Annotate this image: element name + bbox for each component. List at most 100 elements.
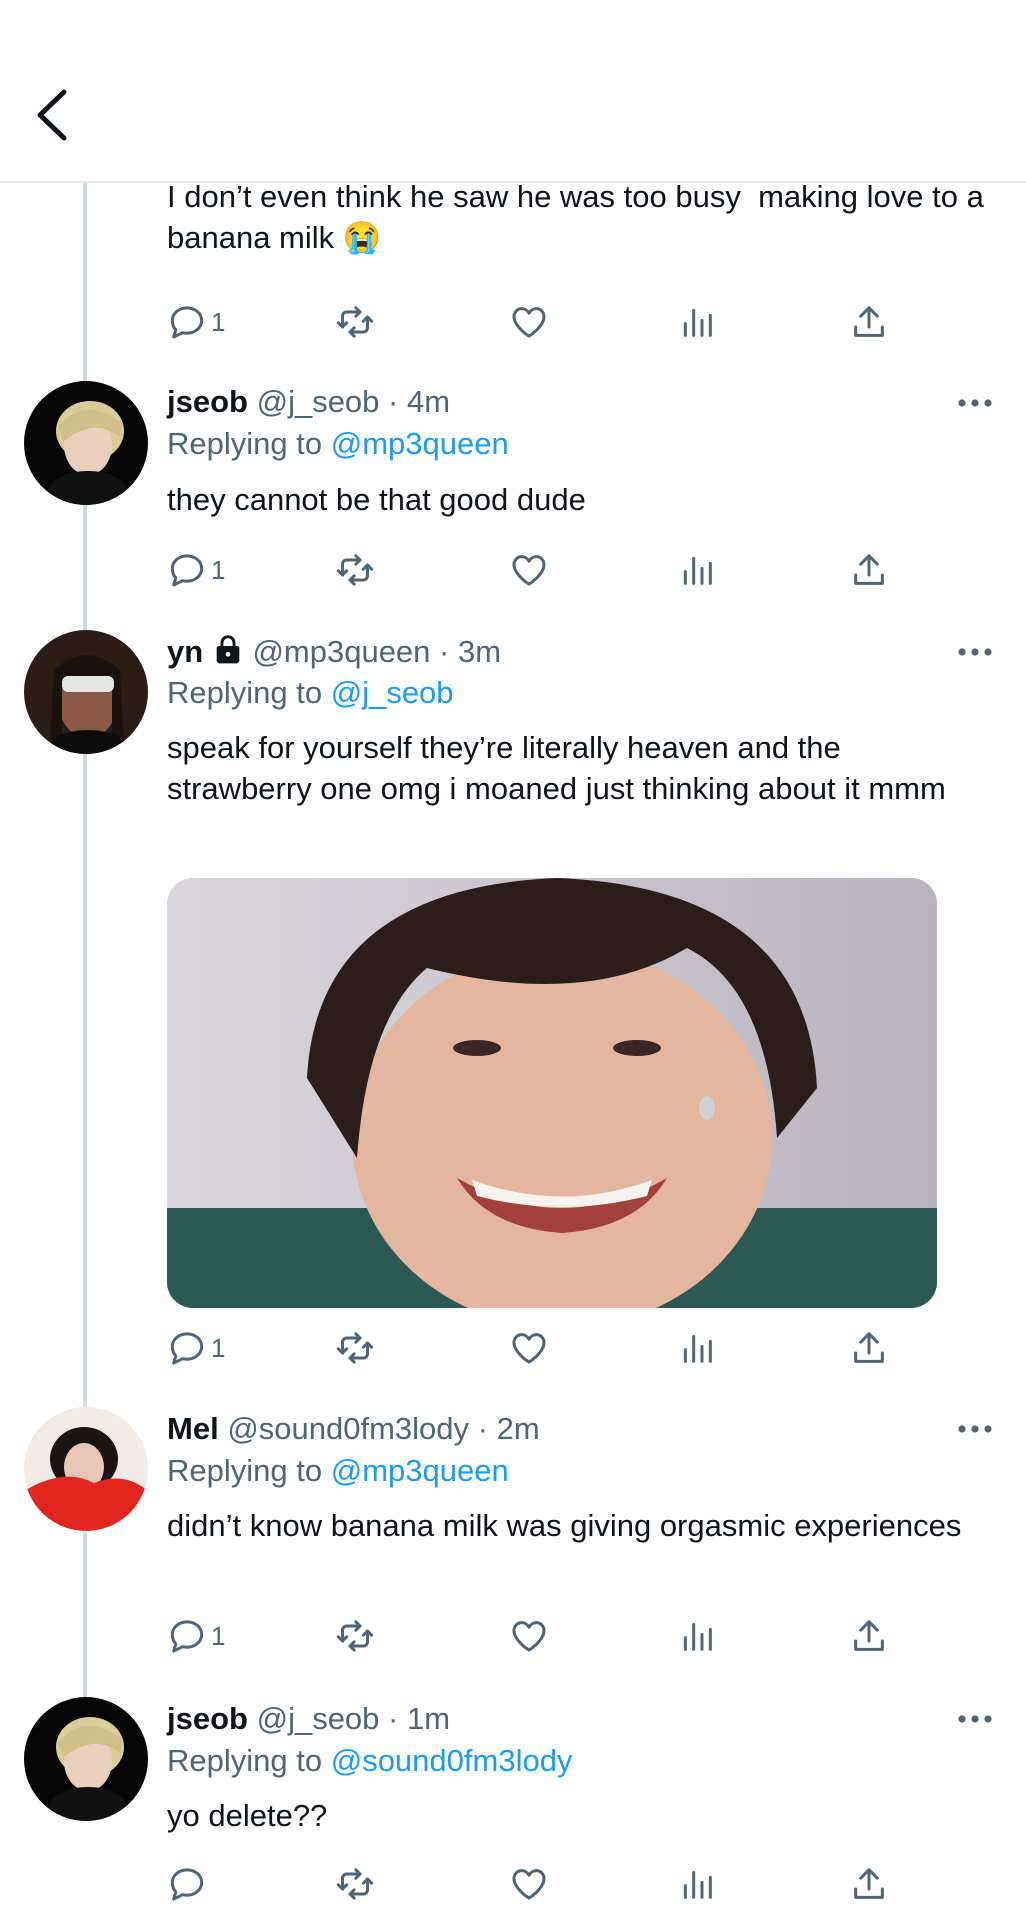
tweet-text: speak for yourself they’re literally hea…	[167, 730, 946, 806]
analytics-icon	[683, 1870, 712, 1899]
retweet-button[interactable]	[335, 1862, 375, 1906]
reply-button[interactable]: 1	[167, 300, 225, 344]
thread-line	[83, 1532, 87, 1697]
reply-count: 1	[211, 1620, 226, 1651]
mention-link[interactable]: @sound0fm3lody	[331, 1743, 573, 1778]
reply-icon	[170, 306, 204, 339]
analytics-icon	[683, 556, 712, 585]
retweet-button[interactable]	[335, 1326, 375, 1370]
reply-count: 1	[211, 306, 226, 337]
tweet-actions: 1	[167, 548, 907, 592]
chevron-left-icon[interactable]	[30, 88, 74, 142]
more-options-icon[interactable]	[957, 1712, 993, 1726]
mention-link[interactable]: @j_seob	[331, 675, 454, 710]
share-button[interactable]	[849, 548, 889, 592]
avatar[interactable]	[24, 1697, 148, 1821]
avatar[interactable]	[24, 1407, 148, 1531]
top-bar	[0, 0, 1026, 183]
mention-link[interactable]: @mp3queen	[331, 1453, 509, 1488]
views-button[interactable]	[677, 1862, 717, 1906]
reply-button[interactable]	[167, 1862, 211, 1906]
share-button[interactable]	[849, 1614, 889, 1658]
lock-icon	[216, 635, 240, 664]
tweet-text: yo delete??	[167, 1798, 328, 1833]
retweet-icon	[336, 1620, 374, 1652]
analytics-icon	[683, 1622, 712, 1651]
more-options-icon[interactable]	[957, 645, 993, 659]
thread-line	[83, 752, 87, 1407]
heart-icon	[512, 1869, 546, 1900]
mention-link[interactable]: @mp3queen	[331, 426, 509, 461]
reply-icon	[170, 1868, 204, 1901]
retweet-button[interactable]	[335, 548, 375, 592]
views-button[interactable]	[677, 548, 717, 592]
share-icon	[854, 554, 884, 585]
share-icon	[854, 306, 884, 337]
handle-timestamp: @j_seob · 1m	[256, 1701, 451, 1736]
tweet-text: I don’t even think he saw he was too bus…	[167, 179, 993, 255]
heart-icon	[512, 555, 546, 586]
views-button[interactable]	[677, 300, 717, 344]
reply-icon	[170, 1620, 204, 1653]
tweet-header: jseob @j_seob · 4m	[167, 382, 450, 422]
handle-timestamp: @j_seob · 4m	[256, 384, 451, 419]
display-name[interactable]: yn	[167, 634, 203, 669]
like-button[interactable]	[509, 300, 549, 344]
tweet-media-image[interactable]	[167, 878, 937, 1308]
tweet-header: yn @mp3queen · 3m	[167, 632, 501, 672]
tweet-actions: 1	[167, 1326, 907, 1370]
display-name[interactable]: Mel	[167, 1411, 219, 1446]
tweet-text: didn’t know banana milk was giving orgas…	[167, 1508, 962, 1543]
views-button[interactable]	[677, 1326, 717, 1370]
replying-to: Replying to @mp3queen	[167, 1451, 509, 1491]
replying-prefix: Replying to	[167, 1743, 331, 1778]
reply-icon	[170, 1332, 204, 1365]
share-button[interactable]	[849, 1862, 889, 1906]
retweet-icon	[336, 1868, 374, 1900]
reply-icon	[170, 554, 204, 587]
share-button[interactable]	[849, 300, 889, 344]
handle-timestamp: @sound0fm3lody · 2m	[227, 1411, 540, 1446]
replying-prefix: Replying to	[167, 426, 331, 461]
analytics-icon	[683, 1334, 712, 1363]
avatar[interactable]	[24, 381, 148, 505]
tweet-header: Mel @sound0fm3lody · 2m	[167, 1409, 540, 1449]
replying-prefix: Replying to	[167, 1453, 331, 1488]
heart-icon	[512, 1333, 546, 1364]
thread-line	[83, 505, 87, 630]
display-name[interactable]: jseob	[167, 1701, 248, 1736]
reply-count: 1	[211, 554, 226, 585]
like-button[interactable]	[509, 1862, 549, 1906]
like-button[interactable]	[509, 1614, 549, 1658]
like-button[interactable]	[509, 548, 549, 592]
like-button[interactable]	[509, 1326, 549, 1370]
reply-button[interactable]: 1	[167, 548, 225, 592]
share-button[interactable]	[849, 1326, 889, 1370]
replying-to: Replying to @mp3queen	[167, 424, 509, 464]
retweet-button[interactable]	[335, 300, 375, 344]
more-options-icon[interactable]	[957, 1422, 993, 1436]
reply-count: 1	[211, 1332, 226, 1363]
reply-button[interactable]: 1	[167, 1614, 225, 1658]
share-icon	[854, 1332, 884, 1363]
tweet-actions: 1	[167, 1614, 907, 1658]
replying-to: Replying to @sound0fm3lody	[167, 1741, 572, 1781]
views-button[interactable]	[677, 1614, 717, 1658]
analytics-icon	[683, 308, 712, 337]
replying-to: Replying to @j_seob	[167, 673, 454, 713]
avatar[interactable]	[24, 630, 148, 754]
tweet-text: they cannot be that good dude	[167, 482, 586, 517]
retweet-button[interactable]	[335, 1614, 375, 1658]
share-icon	[854, 1620, 884, 1651]
retweet-icon	[336, 306, 374, 338]
retweet-icon	[336, 554, 374, 586]
tweet-actions: 1	[167, 300, 907, 344]
thread-line	[83, 181, 87, 381]
replying-prefix: Replying to	[167, 675, 331, 710]
reply-button[interactable]: 1	[167, 1326, 225, 1370]
handle-timestamp: @mp3queen · 3m	[252, 634, 502, 669]
more-options-icon[interactable]	[957, 396, 993, 410]
tweet-header: jseob @j_seob · 1m	[167, 1699, 450, 1739]
share-icon	[854, 1868, 884, 1899]
display-name[interactable]: jseob	[167, 384, 248, 419]
